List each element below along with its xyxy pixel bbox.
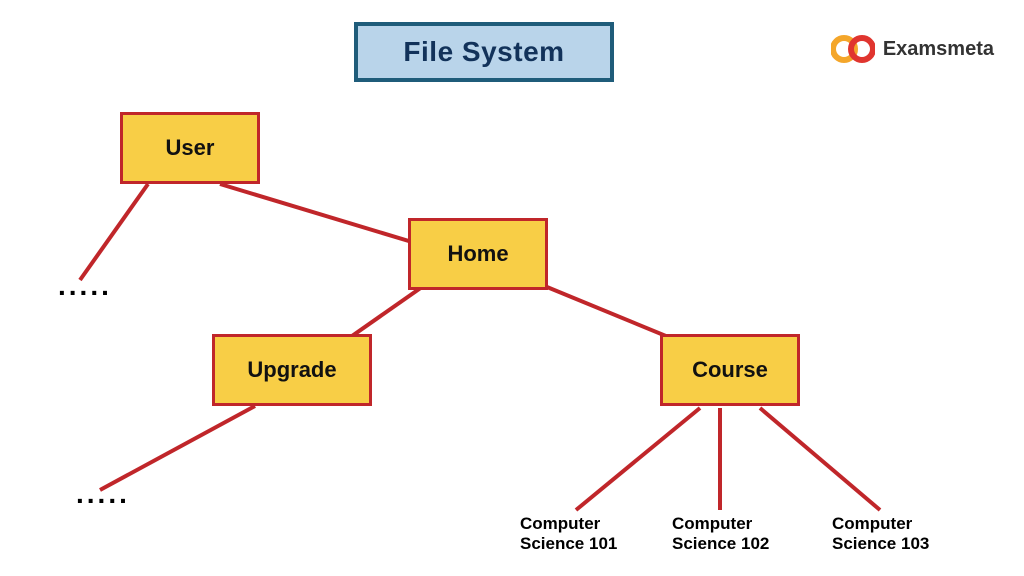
edge-course-cs101 (576, 408, 700, 510)
leaf-cs101: Computer Science 101 (520, 514, 640, 553)
edge-user-home (220, 184, 432, 248)
edge-course-cs103 (760, 408, 880, 510)
leaf-cs103: Computer Science 103 (832, 514, 952, 553)
ellipsis-user: ..... (58, 270, 112, 302)
brand: Examsmeta (831, 34, 994, 64)
brand-text: Examsmeta (883, 38, 994, 61)
node-course: Course (660, 334, 800, 406)
diagram-title: File System (354, 22, 614, 82)
node-user: User (120, 112, 260, 184)
node-upgrade: Upgrade (212, 334, 372, 406)
ellipsis-upgrade: ..... (76, 478, 130, 510)
leaf-cs102: Computer Science 102 (672, 514, 792, 553)
brand-logo-icon (831, 34, 875, 64)
edge-user-ellipsis (80, 184, 148, 280)
node-home: Home (408, 218, 548, 290)
